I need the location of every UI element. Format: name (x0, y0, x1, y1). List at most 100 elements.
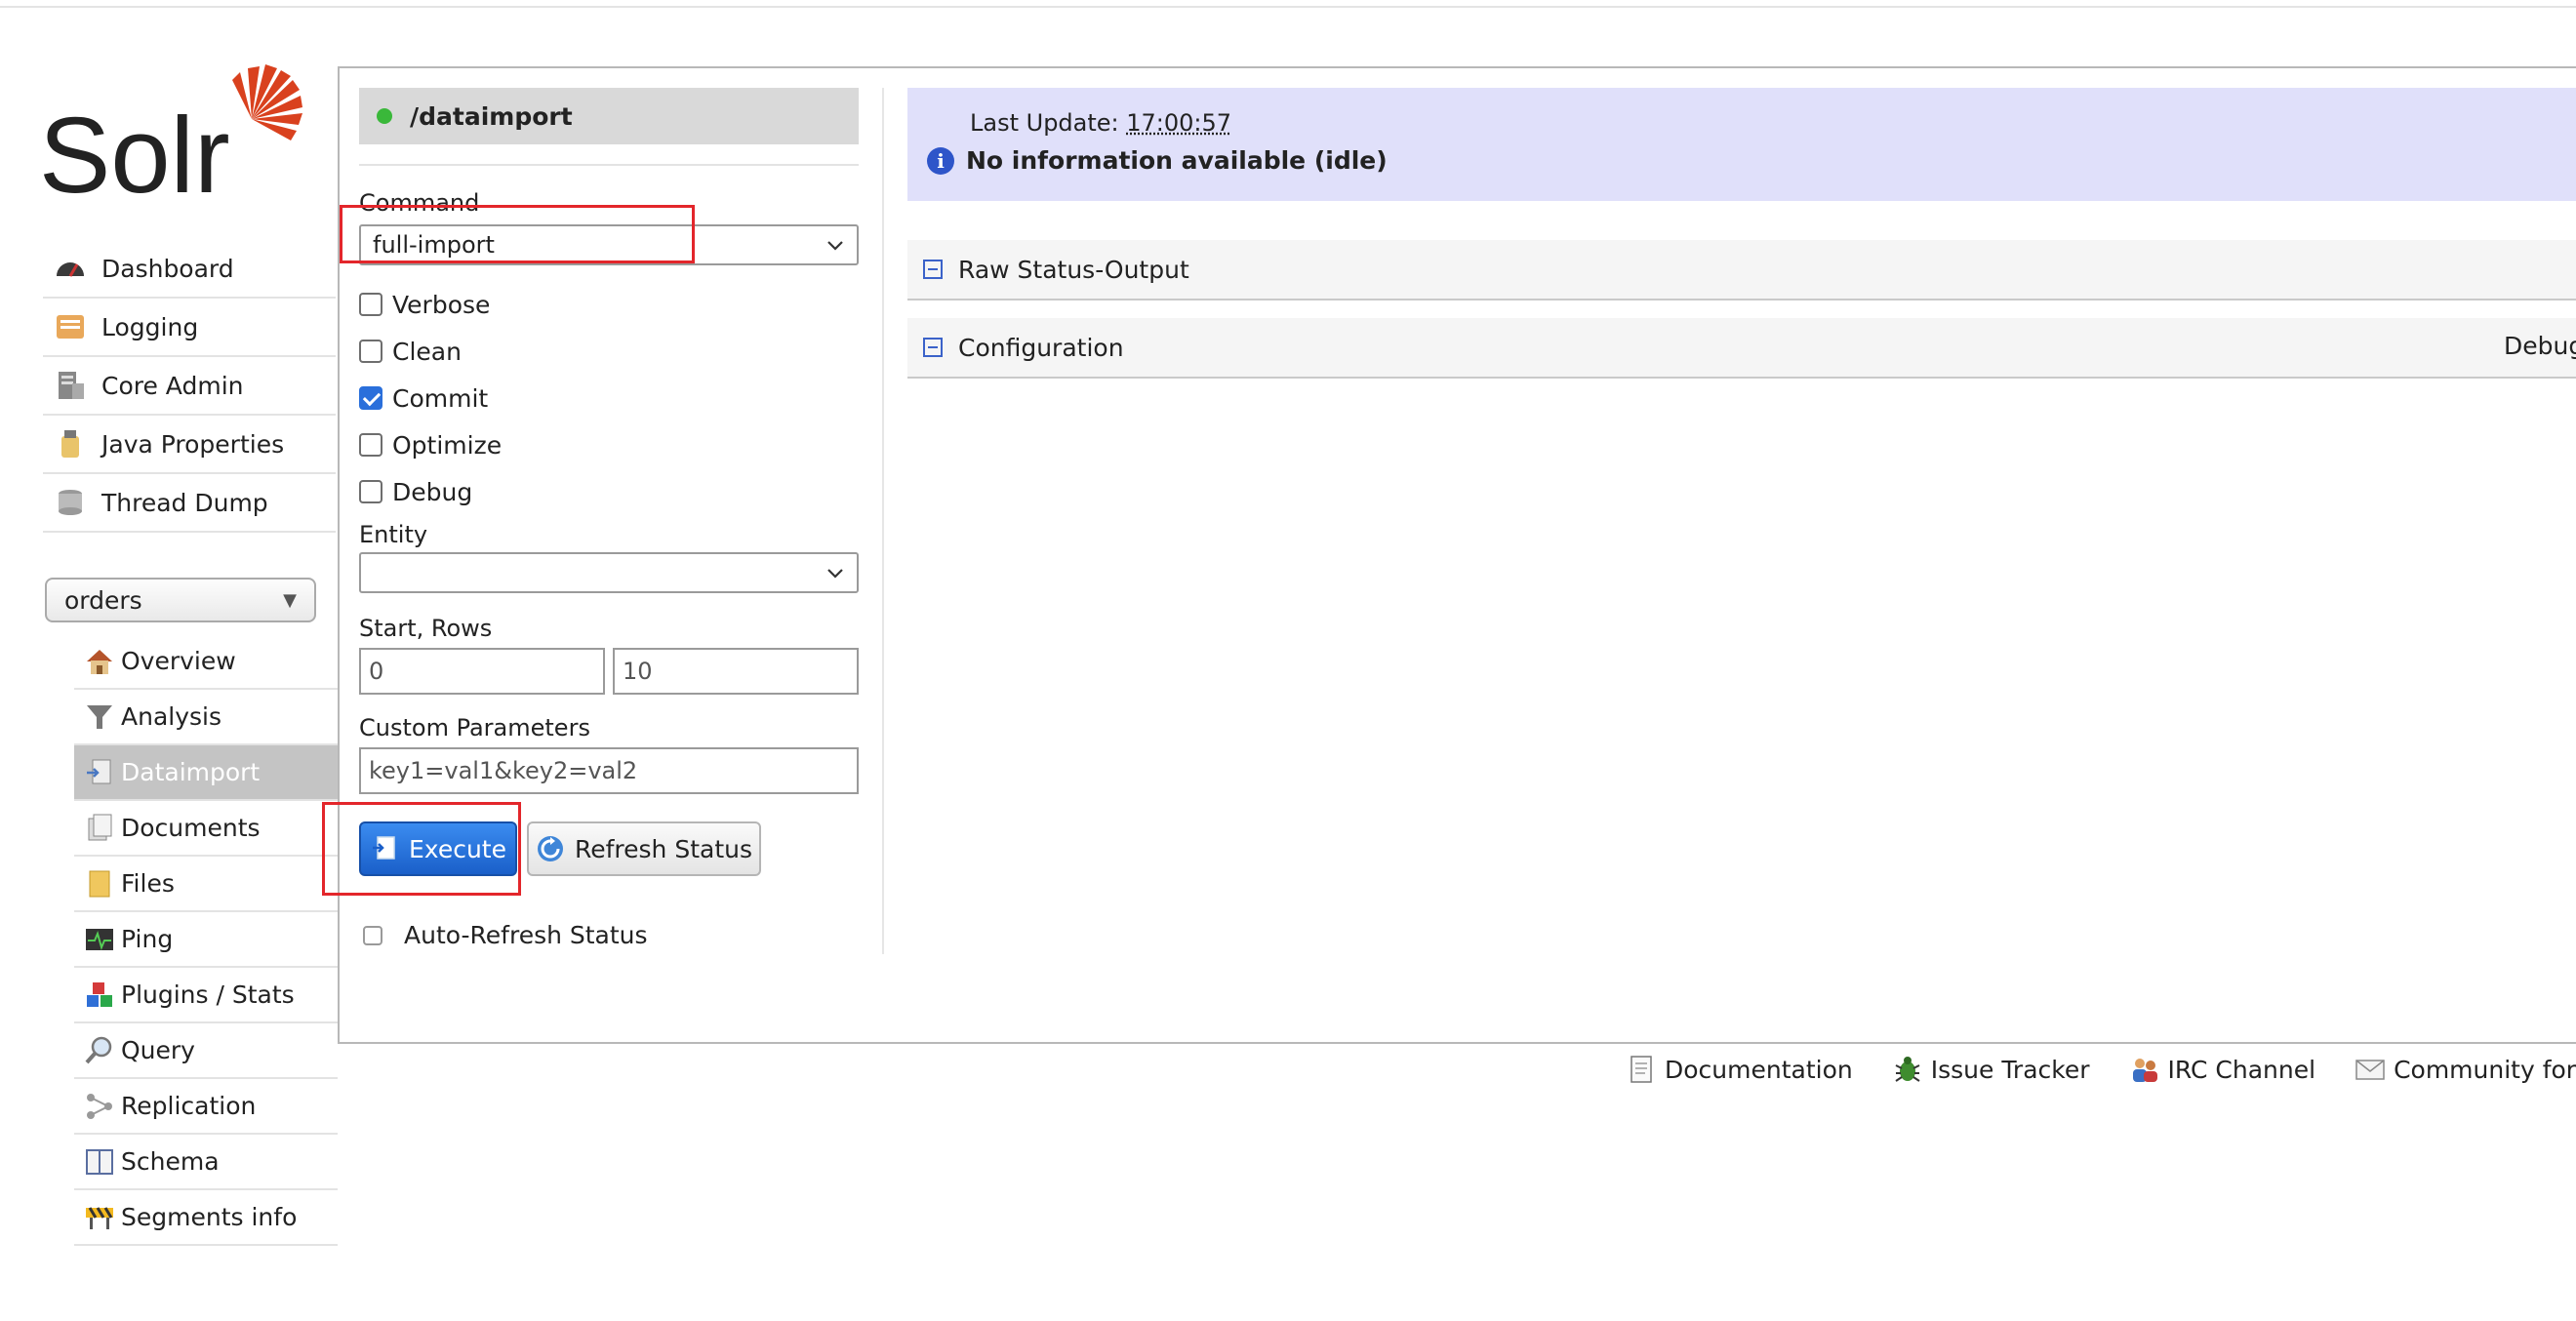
irc-icon (2129, 1054, 2160, 1085)
refresh-status-button[interactable]: Refresh Status (527, 821, 761, 876)
footer-link-documentation[interactable]: Documentation (1626, 1054, 1853, 1085)
handler-header[interactable]: /dataimport (359, 88, 859, 144)
custom-params-input[interactable] (359, 747, 859, 794)
options-group: Verbose Clean Commit Optimize Debug (359, 281, 502, 515)
core-nav-item-overview[interactable]: Overview (74, 634, 338, 690)
option-label: Commit (392, 384, 488, 413)
nav-item-label: Java Properties (101, 430, 284, 459)
watermark-top (2303, 20, 2576, 51)
option-commit[interactable]: Commit (359, 375, 502, 421)
core-nav-item-label: Dataimport (121, 758, 260, 786)
core-nav-item-label: Replication (121, 1092, 256, 1120)
entity-label: Entity (359, 521, 427, 548)
debug-checkbox[interactable] (359, 480, 382, 503)
status-message-row: i No information available (idle) (927, 146, 1388, 175)
core-selector[interactable]: orders ▼ (45, 578, 316, 622)
nav-item-dashboard[interactable]: Dashboard (43, 240, 336, 299)
core-nav-item-label: Documents (121, 814, 261, 842)
auto-refresh-label: Auto-Refresh Status (404, 921, 648, 949)
collapse-icon[interactable] (923, 338, 943, 357)
annotation-box-command (340, 205, 695, 263)
rows-input[interactable] (613, 648, 859, 695)
option-label: Debug (392, 478, 472, 506)
plugins-icon (84, 980, 115, 1011)
option-label: Clean (392, 338, 462, 366)
custom-params-label: Custom Parameters (359, 714, 590, 741)
footer-link-label: IRC Channel (2168, 1056, 2316, 1084)
mail-icon (2355, 1054, 2386, 1085)
debug-mode-toggle[interactable]: Debug-Mode (2496, 328, 2576, 363)
core-nav-item-query[interactable]: Query (74, 1023, 338, 1079)
footer-links: Documentation Issue Tracker IRC Channel Com… (1626, 1054, 2576, 1085)
verbose-checkbox[interactable] (359, 293, 382, 316)
option-optimize[interactable]: Optimize (359, 421, 502, 468)
footer-link-label: Documentation (1665, 1056, 1853, 1084)
footer-link-irc-channel[interactable]: IRC Channel (2129, 1054, 2316, 1085)
status-message: No information available (idle) (966, 146, 1388, 175)
option-verbose[interactable]: Verbose (359, 281, 502, 328)
start-input[interactable] (359, 648, 605, 695)
core-nav-item-label: Overview (121, 647, 236, 675)
footer-link-label: Community forum (2394, 1056, 2576, 1084)
annotation-box-execute (322, 802, 521, 896)
footer-link-issue-tracker[interactable]: Issue Tracker (1892, 1054, 2090, 1085)
core-nav: Overview Analysis Dataimport Documents Files… (74, 634, 338, 1246)
commit-checkbox[interactable] (359, 386, 382, 410)
auto-refresh-checkbox[interactable] (363, 926, 382, 945)
refresh-status-label: Refresh Status (575, 835, 752, 863)
clean-checkbox[interactable] (359, 340, 382, 363)
nav-item-thread-dump[interactable]: Thread Dump (43, 474, 336, 533)
segments-icon (84, 1202, 115, 1233)
core-nav-item-files[interactable]: Files (74, 857, 338, 912)
footer-link-community-forum[interactable]: Community forum (2355, 1054, 2576, 1085)
last-update-label: Last Update: (970, 109, 1119, 137)
refresh-icon (536, 834, 565, 863)
optimize-checkbox[interactable] (359, 433, 382, 457)
main-nav: Dashboard Logging Core Admin Java Propertie… (43, 240, 336, 533)
core-nav-item-analysis[interactable]: Analysis (74, 690, 338, 745)
bug-icon (1892, 1054, 1923, 1085)
raw-status-section[interactable]: Raw Status-Output (907, 240, 2576, 300)
core-nav-item-ping[interactable]: Ping (74, 912, 338, 968)
java-properties-icon (53, 426, 88, 461)
nav-item-java-properties[interactable]: Java Properties (43, 416, 336, 474)
documents-icon (84, 813, 115, 844)
solr-logo-graphic: Solr (39, 60, 302, 197)
handler-name: /dataimport (410, 102, 573, 131)
auto-refresh-toggle[interactable]: Auto-Refresh Status (363, 921, 648, 949)
schema-icon (84, 1146, 115, 1178)
documentation-icon (1626, 1054, 1657, 1085)
folder-icon (84, 868, 115, 900)
collapse-icon[interactable] (923, 260, 943, 279)
core-nav-item-dataimport[interactable]: Dataimport (74, 745, 338, 801)
nav-item-label: Core Admin (101, 372, 243, 400)
info-icon: i (927, 147, 954, 175)
raw-status-label: Raw Status-Output (958, 256, 1189, 284)
nav-item-label: Thread Dump (101, 489, 268, 517)
option-clean[interactable]: Clean (359, 328, 502, 375)
configuration-label: Configuration (958, 334, 1124, 362)
dashboard-icon (53, 251, 88, 286)
logging-icon (53, 309, 88, 344)
core-nav-item-schema[interactable]: Schema (74, 1135, 338, 1190)
core-nav-item-label: Query (121, 1036, 195, 1064)
home-icon (84, 646, 115, 677)
nav-item-core-admin[interactable]: Core Admin (43, 357, 336, 416)
option-label: Verbose (392, 291, 490, 319)
core-nav-item-label: Analysis (121, 702, 221, 731)
core-nav-item-replication[interactable]: Replication (74, 1079, 338, 1135)
core-nav-item-documents[interactable]: Documents (74, 801, 338, 857)
option-debug[interactable]: Debug (359, 468, 502, 515)
solr-logo[interactable]: Solr (39, 60, 302, 197)
core-selector-value: orders (64, 586, 142, 615)
option-label: Optimize (392, 431, 502, 460)
entity-select[interactable] (359, 552, 859, 593)
core-nav-item-segments-info[interactable]: Segments info (74, 1190, 338, 1246)
nav-item-logging[interactable]: Logging (43, 299, 336, 357)
handler-divider (359, 164, 859, 166)
core-nav-item-label: Ping (121, 925, 173, 953)
core-nav-item-plugins-stats[interactable]: Plugins / Stats (74, 968, 338, 1023)
status-panel (907, 88, 2576, 201)
core-nav-item-label: Schema (121, 1147, 220, 1176)
configuration-section[interactable]: Configuration (907, 318, 2576, 379)
